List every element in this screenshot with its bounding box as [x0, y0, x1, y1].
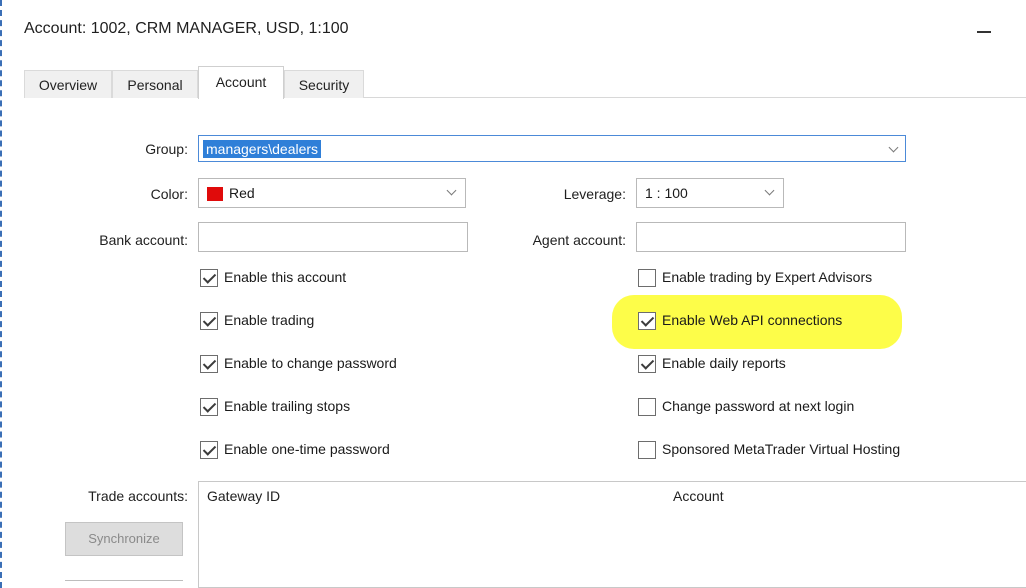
title-bar: Account: 1002, CRM MANAGER, USD, 1:100: [2, 0, 1026, 62]
checkbox-sponsored-hosting[interactable]: Sponsored MetaTrader Virtual Hosting: [638, 439, 968, 461]
tab-label: Personal: [127, 77, 183, 93]
checkbox-label: Enable trailing stops: [224, 398, 351, 414]
group-value: managers\dealers: [203, 140, 322, 158]
column-header-gateway-id[interactable]: Gateway ID: [207, 488, 280, 504]
group-label: Group:: [145, 141, 188, 157]
checkbox-unchecked-icon[interactable]: [638, 441, 656, 459]
checkbox-label: Sponsored MetaTrader Virtual Hosting: [662, 441, 901, 457]
tab-account[interactable]: Account: [198, 66, 284, 99]
group-select[interactable]: managers\dealers: [198, 135, 906, 162]
tab-security[interactable]: Security: [284, 70, 364, 98]
checkbox-unchecked-icon[interactable]: [638, 269, 656, 287]
checkbox-enable-web-api[interactable]: Enable Web API connections: [638, 310, 958, 332]
chevron-down-icon: [889, 144, 899, 154]
tab-overview[interactable]: Overview: [24, 70, 112, 98]
checkbox-enable-trading[interactable]: Enable trading: [200, 310, 460, 332]
minimize-button[interactable]: [974, 24, 996, 38]
checkbox-unchecked-icon[interactable]: [638, 398, 656, 416]
tab-personal[interactable]: Personal: [112, 70, 198, 98]
synchronize-label: Synchronize: [88, 531, 160, 546]
checkbox-label: Enable Web API connections: [662, 312, 843, 328]
checkbox-label: Enable one-time password: [224, 441, 390, 457]
checkbox-checked-icon[interactable]: [638, 355, 656, 373]
color-value: Red: [229, 185, 255, 201]
checkbox-label: Change password at next login: [662, 398, 855, 414]
checkbox-enable-change-password[interactable]: Enable to change password: [200, 353, 460, 375]
window-title: Account: 1002, CRM MANAGER, USD, 1:100: [24, 20, 349, 37]
checkbox-change-password-next-login[interactable]: Change password at next login: [638, 396, 958, 418]
trade-accounts-label: Trade accounts:: [88, 488, 188, 504]
trade-accounts-table[interactable]: Gateway ID Account: [198, 481, 1026, 588]
agent-account-label: Agent account:: [532, 232, 626, 248]
checkbox-label: Enable to change password: [224, 355, 397, 371]
tab-label: Security: [298, 77, 350, 93]
bank-account-input[interactable]: [198, 222, 468, 252]
color-label: Color:: [150, 186, 188, 202]
checkbox-label: Enable trading by Expert Advisors: [662, 269, 873, 285]
checkbox-checked-icon[interactable]: [200, 355, 218, 373]
checkbox-label: Enable trading: [224, 312, 315, 328]
color-swatch: [207, 187, 223, 201]
checkbox-checked-icon[interactable]: [200, 441, 218, 459]
chevron-down-icon: [765, 187, 775, 197]
synchronize-button[interactable]: Synchronize: [65, 522, 183, 556]
account-dialog: Account: 1002, CRM MANAGER, USD, 1:100 O…: [0, 0, 1026, 588]
tab-label: Overview: [38, 77, 98, 93]
column-header-account[interactable]: Account: [673, 488, 724, 504]
checkbox-enable-trailing-stops[interactable]: Enable trailing stops: [200, 396, 460, 418]
checkbox-checked-icon[interactable]: [200, 312, 218, 330]
checkbox-checked-icon[interactable]: [638, 312, 656, 330]
checkbox-label: Enable this account: [224, 269, 347, 285]
checkbox-checked-icon[interactable]: [200, 269, 218, 287]
leverage-select[interactable]: 1 : 100: [636, 178, 784, 208]
partial-field: [65, 580, 183, 588]
leverage-label: Leverage:: [563, 186, 626, 202]
checkbox-label: Enable daily reports: [662, 355, 786, 371]
account-tab-content: Group: managers\dealers Color: Red Lever…: [2, 98, 1026, 588]
color-select[interactable]: Red: [198, 178, 466, 208]
checkbox-checked-icon[interactable]: [200, 398, 218, 416]
checkbox-enable-daily-reports[interactable]: Enable daily reports: [638, 353, 958, 375]
leverage-value: 1 : 100: [645, 185, 688, 201]
checkbox-enable-expert-advisors[interactable]: Enable trading by Expert Advisors: [638, 267, 958, 289]
tab-bar: Overview Personal Account Security: [24, 66, 1026, 99]
tab-label: Account: [215, 74, 267, 90]
checkbox-enable-one-time-password[interactable]: Enable one-time password: [200, 439, 460, 461]
agent-account-input[interactable]: [636, 222, 906, 252]
chevron-down-icon: [447, 187, 457, 197]
bank-account-label: Bank account:: [99, 232, 188, 248]
checkbox-enable-account[interactable]: Enable this account: [200, 267, 460, 289]
